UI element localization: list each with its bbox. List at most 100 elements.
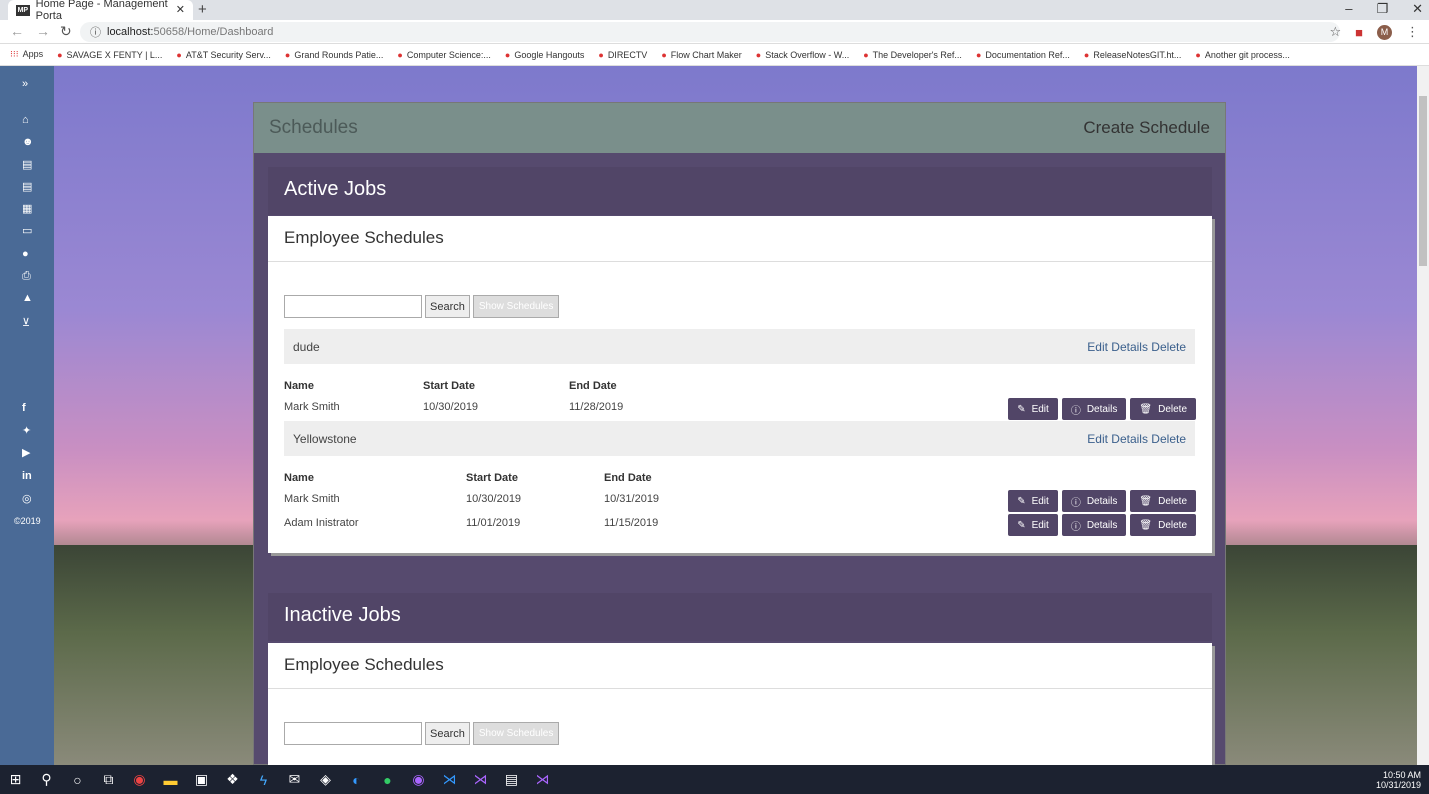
- show-schedules-button[interactable]: Show Schedules: [472, 295, 560, 318]
- edit-button[interactable]: ✎ Edit: [1008, 490, 1058, 512]
- bookmark-item[interactable]: ● The Developer's Ref...: [863, 50, 962, 60]
- search-button[interactable]: Search: [425, 722, 470, 745]
- lightning-icon[interactable]: ϟ: [248, 772, 279, 788]
- documents-icon[interactable]: ▤: [22, 158, 32, 171]
- scrollbar[interactable]: [1417, 66, 1429, 765]
- bookmark-apps[interactable]: ⁝⁝⁝ Apps: [10, 49, 43, 60]
- apps-grid-icon: ⁝⁝⁝: [10, 49, 19, 59]
- page-title: Schedules: [269, 117, 358, 138]
- delete-button[interactable]: 🗑 Delete: [1130, 490, 1196, 512]
- avatar[interactable]: M: [1377, 24, 1392, 40]
- users-icon[interactable]: ☻: [22, 136, 34, 148]
- bookmark-icon: ●: [57, 49, 63, 60]
- info-icon[interactable]: ⓘ: [90, 24, 101, 40]
- bookmark-item[interactable]: ● Computer Science:...: [397, 50, 490, 60]
- task-view-icon[interactable]: ⧉: [93, 771, 124, 788]
- calendar-icon[interactable]: ▦: [22, 202, 32, 215]
- bookmark-item[interactable]: ● ReleaseNotesGIT.ht...: [1084, 50, 1181, 60]
- clock-date: 10/31/2019: [1375, 780, 1421, 790]
- job-actions-links[interactable]: Edit Details Delete: [1087, 432, 1186, 446]
- reload-icon[interactable]: ↻: [60, 23, 72, 40]
- bookmark-item[interactable]: ● Documentation Ref...: [976, 50, 1070, 60]
- details-button[interactable]: ⓘ Details: [1061, 398, 1127, 420]
- menu-icon[interactable]: ⋮: [1406, 24, 1419, 40]
- bookmark-item[interactable]: ● DIRECTV: [598, 50, 647, 60]
- details-button[interactable]: ⓘ Details: [1061, 490, 1127, 512]
- minimize-icon[interactable]: –: [1345, 1, 1352, 17]
- bookmark-icon: ●: [284, 49, 291, 60]
- youtube-icon[interactable]: ▶: [22, 446, 30, 459]
- visual-studio-icon[interactable]: ⋊: [465, 771, 496, 788]
- extension-icon[interactable]: ■: [1355, 25, 1363, 40]
- bookmark-item[interactable]: ● Stack Overflow - W...: [756, 50, 849, 60]
- windows-start-icon[interactable]: ⊞: [0, 771, 31, 788]
- file-explorer-icon[interactable]: ▬: [155, 772, 186, 788]
- search-button[interactable]: Search: [425, 295, 470, 318]
- copy-icon[interactable]: ▤: [22, 180, 32, 193]
- forward-icon[interactable]: →: [36, 23, 50, 39]
- column-header: End Date: [604, 472, 652, 484]
- comments-icon[interactable]: ●: [22, 248, 29, 260]
- vscode-icon[interactable]: ⋊: [434, 771, 465, 788]
- pencil-icon: ✎: [1017, 403, 1026, 415]
- delete-button[interactable]: 🗑 Delete: [1130, 514, 1196, 536]
- sidebar: » ⌂ ☻ ▤ ▤ ▦ ▭ ● ⎙ ▲ ⊻ f ✦ ▶ in ◎ ©2019: [0, 66, 54, 765]
- bookmark-item[interactable]: ● Flow Chart Maker: [661, 50, 741, 60]
- delete-button[interactable]: 🗑 Delete: [1130, 398, 1196, 420]
- bookmark-item[interactable]: ● Grand Rounds Patie...: [285, 50, 384, 60]
- store-icon[interactable]: ▣: [186, 771, 217, 788]
- show-schedules-button[interactable]: Show Schedules: [472, 722, 560, 745]
- bookmark-item[interactable]: ● SAVAGE X FENTY | L...: [57, 50, 162, 60]
- maximize-icon[interactable]: ❐: [1376, 1, 1388, 17]
- id-card-icon[interactable]: ▭: [22, 224, 32, 237]
- job-actions-links[interactable]: Edit Details Delete: [1087, 340, 1186, 354]
- notepad-icon[interactable]: ▤: [496, 771, 527, 788]
- back-icon[interactable]: ←: [10, 23, 24, 39]
- create-schedule-link[interactable]: Create Schedule: [1083, 118, 1210, 138]
- dropbox-icon[interactable]: ❖: [217, 771, 248, 788]
- trash-icon: 🗑: [1139, 403, 1153, 415]
- search-icon[interactable]: ⚲: [31, 771, 62, 788]
- search-input[interactable]: [284, 722, 422, 745]
- schedules-panel: Schedules Create Schedule Active Jobs Em…: [253, 102, 1226, 773]
- facebook-icon[interactable]: f: [22, 402, 26, 414]
- edit-button[interactable]: ✎ Edit: [1008, 514, 1058, 536]
- chrome-icon[interactable]: ◉: [124, 771, 155, 788]
- expand-icon[interactable]: »: [22, 78, 28, 90]
- url-field[interactable]: ⓘ localhost: 50658/Home/Dashboard: [80, 22, 1340, 42]
- edit-button[interactable]: ✎ Edit: [1008, 398, 1058, 420]
- car-icon[interactable]: ▲: [22, 292, 33, 304]
- bookmark-icon: ●: [975, 49, 982, 60]
- github-icon[interactable]: ◉: [403, 771, 434, 788]
- mail-icon[interactable]: ✉: [279, 771, 310, 788]
- visual-studio-icon[interactable]: ⋊: [527, 771, 558, 788]
- app-icon[interactable]: ●: [372, 772, 403, 788]
- column-header: Start Date: [423, 380, 475, 392]
- row-actions: ✎ Edit ⓘ Details 🗑 Delete: [1008, 398, 1196, 420]
- star-icon[interactable]: ☆: [1329, 24, 1341, 40]
- bookmark-item[interactable]: ● Another git process...: [1195, 50, 1289, 60]
- close-window-icon[interactable]: ✕: [1412, 1, 1423, 17]
- bookmark-icon: ●: [504, 49, 511, 60]
- close-tab-icon[interactable]: ✕: [176, 3, 185, 16]
- scrollbar-thumb[interactable]: [1419, 96, 1427, 266]
- linkedin-icon[interactable]: in: [22, 470, 32, 482]
- paint-icon[interactable]: ◈: [310, 771, 341, 788]
- search-input[interactable]: [284, 295, 422, 318]
- details-button[interactable]: ⓘ Details: [1061, 514, 1127, 536]
- bookmark-icon: ●: [176, 49, 182, 60]
- new-tab-icon[interactable]: +: [198, 1, 207, 18]
- browser-tab[interactable]: MP Home Page - Management Porta ✕: [8, 0, 193, 22]
- cortana-icon[interactable]: ○: [62, 772, 93, 788]
- system-clock[interactable]: 10:50 AM 10/31/2019: [1376, 770, 1421, 790]
- bookmark-item[interactable]: ● AT&T Security Serv...: [176, 50, 270, 60]
- twitter-icon[interactable]: ✦: [22, 424, 31, 437]
- instagram-icon[interactable]: ◎: [22, 492, 32, 505]
- row-actions: ✎ Edit ⓘ Details 🗑 Delete: [1008, 514, 1196, 536]
- home-icon[interactable]: ⌂: [22, 114, 29, 126]
- print-icon[interactable]: ⎙: [22, 270, 31, 283]
- cart-icon[interactable]: ⊻: [22, 316, 30, 329]
- browser-icon[interactable]: ◐: [341, 772, 372, 788]
- bookmark-item[interactable]: ● Google Hangouts: [505, 50, 585, 60]
- pencil-icon: ✎: [1017, 495, 1026, 507]
